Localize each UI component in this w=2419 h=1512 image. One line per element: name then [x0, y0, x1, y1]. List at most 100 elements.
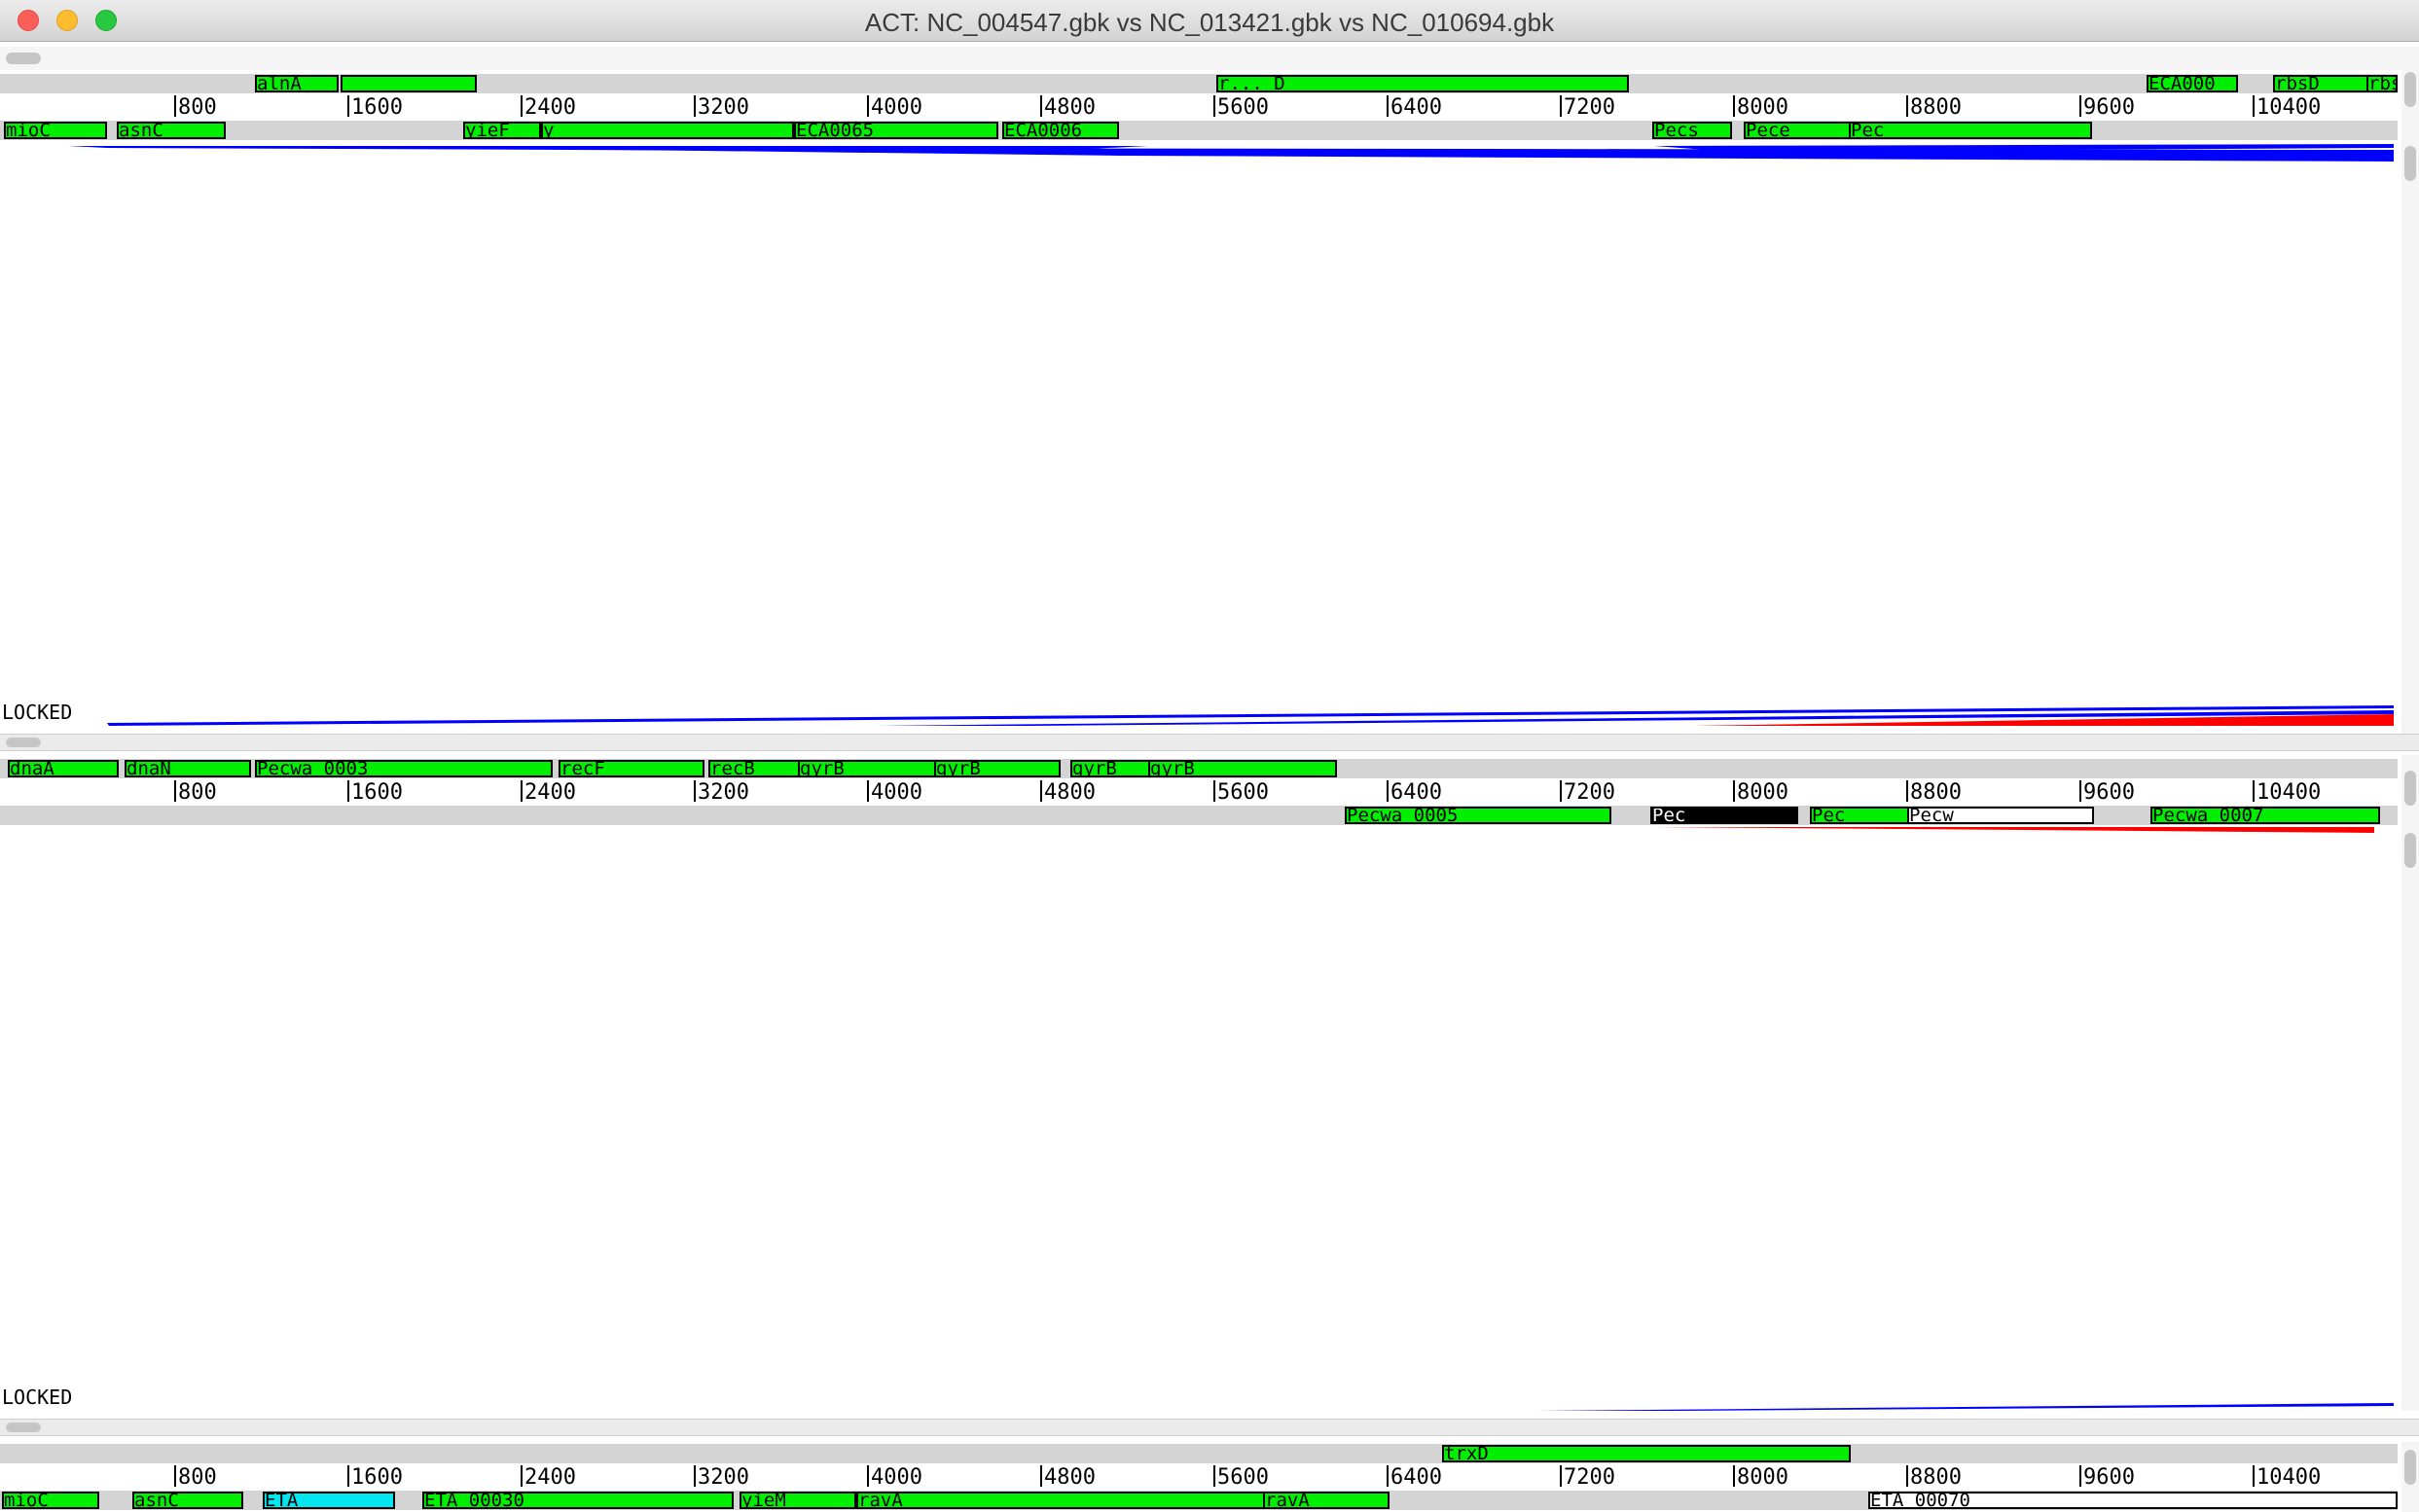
tick-label: 8000 [1737, 1465, 1788, 1490]
panel2-vscrollbar[interactable] [2401, 755, 2419, 1411]
tick-label: 5600 [1217, 1465, 1269, 1490]
gene-ETA[interactable]: ETA [263, 1492, 395, 1509]
tick-label: 2400 [524, 95, 576, 120]
gene-recF[interactable]: recF [559, 760, 704, 777]
gene-ravA[interactable]: ravA [856, 1492, 1284, 1509]
gene-Pecwa-0005[interactable]: Pecwa 0005 [1345, 807, 1611, 824]
genome2-hscroll-thumb[interactable] [6, 738, 41, 747]
tick-label: 7200 [1564, 95, 1615, 120]
panel1-vscroll-thumb[interactable] [2404, 146, 2416, 181]
genome1-forward-strand: alnA r... D ECA000 rbsD rbsA [0, 74, 2398, 93]
genome3-ruler: 800 1600 2400 3200 4000 4800 5600 6400 7… [0, 1465, 2398, 1490]
gene-feature[interactable] [341, 75, 477, 92]
reverse-match[interactable] [1654, 827, 2374, 833]
genome2-hscrollbar[interactable] [0, 734, 2419, 751]
genome2-ruler: 800 1600 2400 3200 4000 4800 5600 6400 7… [0, 780, 2398, 805]
gene-yieF[interactable]: yieF [463, 122, 541, 139]
gene-ECA000[interactable]: ECA000 [2147, 75, 2238, 92]
tick-label: 4800 [1044, 95, 1096, 120]
tick-label: 4000 [871, 1465, 922, 1490]
tick-label: 9600 [2083, 780, 2135, 805]
gene-asnC[interactable]: asnC [117, 122, 226, 139]
gene-ravA[interactable]: ravA [1263, 1492, 1390, 1509]
tick-label: 1600 [351, 1465, 403, 1490]
genome3-hscroll-thumb[interactable] [6, 1422, 41, 1432]
tick-label: 8000 [1737, 780, 1788, 805]
tick-label: 7200 [1564, 1465, 1615, 1490]
tick-label: 800 [178, 1465, 217, 1490]
genome3-hscrollbar[interactable] [0, 1419, 2419, 1436]
genome3-forward-strand: trxD [0, 1444, 2398, 1463]
panel1-vscroll-thumb[interactable] [2404, 72, 2416, 107]
comparison-panel-2 [1537, 827, 2394, 1411]
tick-label: 3200 [698, 780, 749, 805]
gene-mioC[interactable]: mioC [4, 122, 107, 139]
gene-rbsD[interactable]: rbsD [2273, 75, 2374, 92]
panel1-locked-label: LOCKED [2, 701, 73, 724]
tick-label: 10400 [2257, 1465, 2322, 1490]
gene-dnaA[interactable]: dnaA [8, 760, 119, 777]
tick-label: 8000 [1737, 95, 1788, 120]
gene-feature[interactable]: y [541, 122, 794, 139]
gene-Pecwa-0003[interactable]: Pecwa 0003 [255, 760, 553, 777]
tick-label: 4800 [1044, 780, 1096, 805]
gene-Pecs[interactable]: Pecs [1652, 122, 1732, 139]
tick-label: 3200 [698, 1465, 749, 1490]
genome3-reverse-strand: mioC asnC ETA ETA 00030 yieM ravA ravA E… [0, 1491, 2398, 1510]
gene-alnA[interactable]: alnA [255, 75, 339, 92]
panel3-vscroll-thumb[interactable] [2404, 1450, 2416, 1485]
genome2-forward-strand: dnaA dnaN Pecwa 0003 recF recB gyrB gyrB… [0, 759, 2398, 778]
gene-Pec[interactable]: Pec [1810, 807, 1917, 824]
window-title: ACT: NC_004547.gbk vs NC_013421.gbk vs N… [864, 8, 1555, 37]
tick-label: 6400 [1390, 1465, 1442, 1490]
tick-label: 5600 [1217, 95, 1269, 120]
gene-Pecwa-0007[interactable]: Pecwa 0007 [2150, 807, 2380, 824]
genome1-hscrollbar[interactable] [0, 47, 2419, 70]
tick-label: 10400 [2257, 780, 2322, 805]
gene-Pec[interactable]: Pec [1650, 807, 1798, 824]
panel2-vscroll-thumb[interactable] [2404, 833, 2416, 868]
gene-ECA0065[interactable]: ECA0065 [794, 122, 998, 139]
gene-rbsA[interactable]: rbsA [2366, 75, 2398, 92]
gene-gyrB[interactable]: gyrB [1148, 760, 1337, 777]
gene-Pece[interactable]: Pece [1744, 122, 1851, 139]
tick-label: 7200 [1564, 780, 1615, 805]
panel3-vscrollbar[interactable] [2401, 1442, 2419, 1512]
tick-label: 8800 [1910, 95, 1962, 120]
gene-mioC[interactable]: mioC [2, 1492, 99, 1509]
gene-ETA-00070[interactable]: ETA 00070 [1868, 1492, 2398, 1509]
gene-gyrB[interactable]: gyrB [934, 760, 1061, 777]
tick-label: 5600 [1217, 780, 1269, 805]
panel2-locked-label: LOCKED [2, 1386, 73, 1409]
tick-label: 2400 [524, 780, 576, 805]
tick-label: 10400 [2257, 95, 2322, 120]
tick-label: 4000 [871, 95, 922, 120]
gene-feature[interactable]: r... D [1216, 75, 1629, 92]
forward-match[interactable] [1537, 1403, 2394, 1411]
gene-asnC[interactable]: asnC [132, 1492, 243, 1509]
gene-dnaN[interactable]: dnaN [125, 760, 251, 777]
gene-Pecw[interactable]: Pecw [1907, 807, 2094, 824]
gene-Pec[interactable]: Pec [1849, 122, 2092, 139]
tick-label: 800 [178, 95, 217, 120]
gene-trxD[interactable]: trxD [1442, 1445, 1851, 1462]
tick-label: 800 [178, 780, 217, 805]
comparison-panel-1 [68, 144, 2394, 726]
gene-yieM[interactable]: yieM [740, 1492, 856, 1509]
gene-ETA-00030[interactable]: ETA 00030 [422, 1492, 734, 1509]
tick-label: 6400 [1390, 780, 1442, 805]
panel1-vscrollbar[interactable] [2401, 64, 2419, 736]
tick-label: 9600 [2083, 1465, 2135, 1490]
window-titlebar: ACT: NC_004547.gbk vs NC_013421.gbk vs N… [0, 0, 2419, 42]
panel2-vscroll-thumb[interactable] [2404, 771, 2416, 806]
forward-match[interactable] [457, 148, 2394, 162]
tick-label: 8800 [1910, 780, 1962, 805]
tick-label: 3200 [698, 95, 749, 120]
genome1-hscroll-thumb[interactable] [6, 53, 41, 64]
tick-label: 2400 [524, 1465, 576, 1490]
genome1-ruler: 800 1600 2400 3200 4000 4800 5600 6400 7… [0, 95, 2398, 120]
gene-ECA0006[interactable]: ECA0006 [1002, 122, 1119, 139]
genome1-reverse-strand: mioC asnC yieF y ECA0065 ECA0006 Pecs Pe… [0, 121, 2398, 140]
tick-label: 4800 [1044, 1465, 1096, 1490]
tick-label: 1600 [351, 95, 403, 120]
